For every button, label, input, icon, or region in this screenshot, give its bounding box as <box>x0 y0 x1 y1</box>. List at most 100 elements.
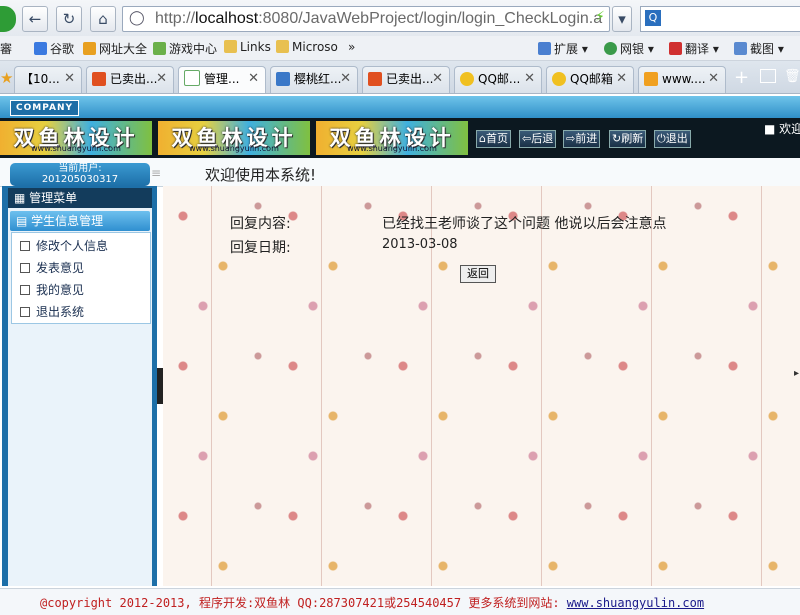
grid-icon: ▦ <box>14 191 26 205</box>
refresh-icon: ↻ <box>612 132 622 145</box>
page-icon <box>20 263 30 273</box>
taobao-icon <box>368 72 382 86</box>
tab-4[interactable]: 樱桃红... ✕ <box>270 66 358 93</box>
menu-item-my-opinion[interactable]: 我的意见 <box>20 281 84 298</box>
power-icon: ⏻ <box>657 132 666 145</box>
tab-7[interactable]: QQ邮箱 ✕ <box>546 66 634 93</box>
menu-item-edit-info[interactable]: 修改个人信息 <box>20 237 108 254</box>
reply-content: 已经找王老师谈了这个问题 他说以后会注意点 <box>382 216 667 232</box>
forward-nav-button[interactable]: ⇨前进 <box>563 130 601 148</box>
back-arrow-icon: ⇦ <box>522 132 532 145</box>
bookmark-links[interactable]: Links <box>224 40 271 54</box>
pma-icon <box>644 72 658 86</box>
bookmark-games[interactable]: 游戏中心 <box>153 40 217 57</box>
scroll-arrow-icon[interactable]: ▸ <box>794 368 799 379</box>
search-icon: Q <box>645 10 661 26</box>
close-icon[interactable]: ✕ <box>248 67 259 91</box>
address-text: http://localhost:8080/JavaWebProject/log… <box>155 10 603 27</box>
menu-list: 修改个人信息 发表意见 我的意见 退出系统 <box>11 232 151 324</box>
menu-header: ▦ 管理菜单 <box>8 188 152 208</box>
menu-group-header[interactable]: ▤ 学生信息管理 <box>10 211 150 231</box>
lightning-icon[interactable]: ⚡ <box>595 9 605 25</box>
shield-icon: ◯ <box>129 10 145 26</box>
bank-icon <box>604 42 617 55</box>
header-strip <box>0 96 800 118</box>
tab-1[interactable]: 【10... ✕ <box>14 66 82 93</box>
favorites-star-icon[interactable]: ★ <box>0 69 13 87</box>
close-icon[interactable]: ✕ <box>64 67 75 91</box>
logout-nav-button[interactable]: ⏻退出 <box>654 130 691 148</box>
game-icon <box>153 42 166 55</box>
close-icon[interactable]: ✕ <box>340 67 351 91</box>
tab-strip: ★ 【10... ✕ 已卖出... ✕ 管理... ✕ 樱桃红... ✕ 已卖出... ✕… <box>0 61 800 94</box>
address-host: localhost <box>195 10 259 27</box>
search-input[interactable]: Q <box>640 6 800 32</box>
taobao-icon <box>92 72 106 86</box>
address-dropdown-icon[interactable]: ▾ <box>612 6 632 32</box>
extension-icon <box>538 42 551 55</box>
folder-icon <box>224 40 237 53</box>
qq-icon <box>552 72 566 86</box>
logo: 双鱼林设计 www.shuangyulin.com <box>316 121 468 155</box>
extensions-button[interactable]: 扩展 ▾ <box>538 40 588 57</box>
site-icon <box>276 72 290 86</box>
bookmarks-overflow[interactable]: » <box>348 40 355 54</box>
tab-6[interactable]: QQ邮... ✕ <box>454 66 542 93</box>
trash-icon[interactable]: 🗑 <box>784 69 800 84</box>
tab-8[interactable]: www.... ✕ <box>638 66 726 93</box>
sites-icon <box>83 42 96 55</box>
forward-arrow-icon: ⇨ <box>566 132 576 145</box>
close-icon[interactable]: ✕ <box>616 67 627 91</box>
folder-icon <box>276 40 289 53</box>
home-icon[interactable]: ⌂ <box>90 6 116 32</box>
logo: 双鱼林设计 www.shuangyulin.com <box>0 121 152 155</box>
site-link[interactable]: www.shuangyulin.com <box>567 596 704 610</box>
reply-date-label: 回复日期: <box>230 240 291 256</box>
screenshot-button[interactable]: 截图 ▾ <box>734 40 784 57</box>
address-bar[interactable]: ◯ http://localhost:8080/JavaWebProject/l… <box>122 6 610 32</box>
back-nav-button[interactable]: ⇦后退 <box>519 130 557 148</box>
tab-5[interactable]: 已卖出... ✕ <box>362 66 450 93</box>
reply-date: 2013-03-08 <box>382 237 458 252</box>
refresh-nav-button[interactable]: ↻刷新 <box>609 130 647 148</box>
bookmark-google[interactable]: 谷歌 <box>34 40 74 57</box>
ebank-button[interactable]: 网银 ▾ <box>604 40 654 57</box>
welcome-message: 欢迎使用本系统! <box>205 166 317 184</box>
close-icon[interactable]: ✕ <box>156 67 167 91</box>
company-label: COMPANY <box>10 100 79 116</box>
translate-button[interactable]: 翻译 ▾ <box>669 40 719 57</box>
home-icon: ⌂ <box>479 132 486 145</box>
page-icon <box>20 307 30 317</box>
close-icon[interactable]: ✕ <box>708 67 719 91</box>
bookmark-item[interactable]: 審 <box>0 40 12 57</box>
home-nav-button[interactable]: ⌂首页 <box>476 130 511 148</box>
menu-item-exit[interactable]: 退出系统 <box>20 303 84 320</box>
logo: 双鱼林设计 www.shuangyulin.com <box>158 121 310 155</box>
back-button[interactable]: 返回 <box>460 265 496 283</box>
reload-icon[interactable]: ↻ <box>56 6 82 32</box>
restore-tab-icon[interactable] <box>760 69 776 83</box>
copyright-text: @copyright 2012-2013, 程序开发:双鱼林 QQ:287307… <box>40 596 705 610</box>
page-icon <box>184 70 200 86</box>
tab-3-active[interactable]: 管理... ✕ <box>178 66 266 93</box>
folder-icon: ▤ <box>16 214 28 228</box>
bookmark-microsoft[interactable]: Microso <box>276 40 338 54</box>
new-tab-icon[interactable]: + <box>734 67 749 88</box>
close-icon[interactable]: ✕ <box>432 67 443 91</box>
tab-2[interactable]: 已卖出... ✕ <box>86 66 174 93</box>
menu-item-post-opinion[interactable]: 发表意见 <box>20 259 84 276</box>
reply-content-label: 回复内容: <box>230 216 291 232</box>
bookmarks-bar: 審 谷歌 网址大全 游戏中心 Links Microso » 扩展 ▾ 网银 ▾… <box>0 36 800 61</box>
browser-toolbar: ← ↻ ⌂ ◯ http://localhost:8080/JavaWebPro… <box>0 0 800 36</box>
page-icon <box>20 241 30 251</box>
current-user-box: 当前用户: 201205030317 <box>10 163 150 186</box>
scissors-icon <box>734 42 747 55</box>
splitter-icon[interactable]: ≡ <box>151 166 161 180</box>
translate-icon <box>669 42 682 55</box>
bookmark-wangzhi[interactable]: 网址大全 <box>83 40 147 57</box>
browser-logo-icon <box>0 6 16 32</box>
close-icon[interactable]: ✕ <box>524 67 535 91</box>
qq-icon <box>460 72 474 86</box>
back-arrow-icon[interactable]: ← <box>22 6 48 32</box>
top-right-welcome: ■ 欢迎 <box>764 122 800 136</box>
